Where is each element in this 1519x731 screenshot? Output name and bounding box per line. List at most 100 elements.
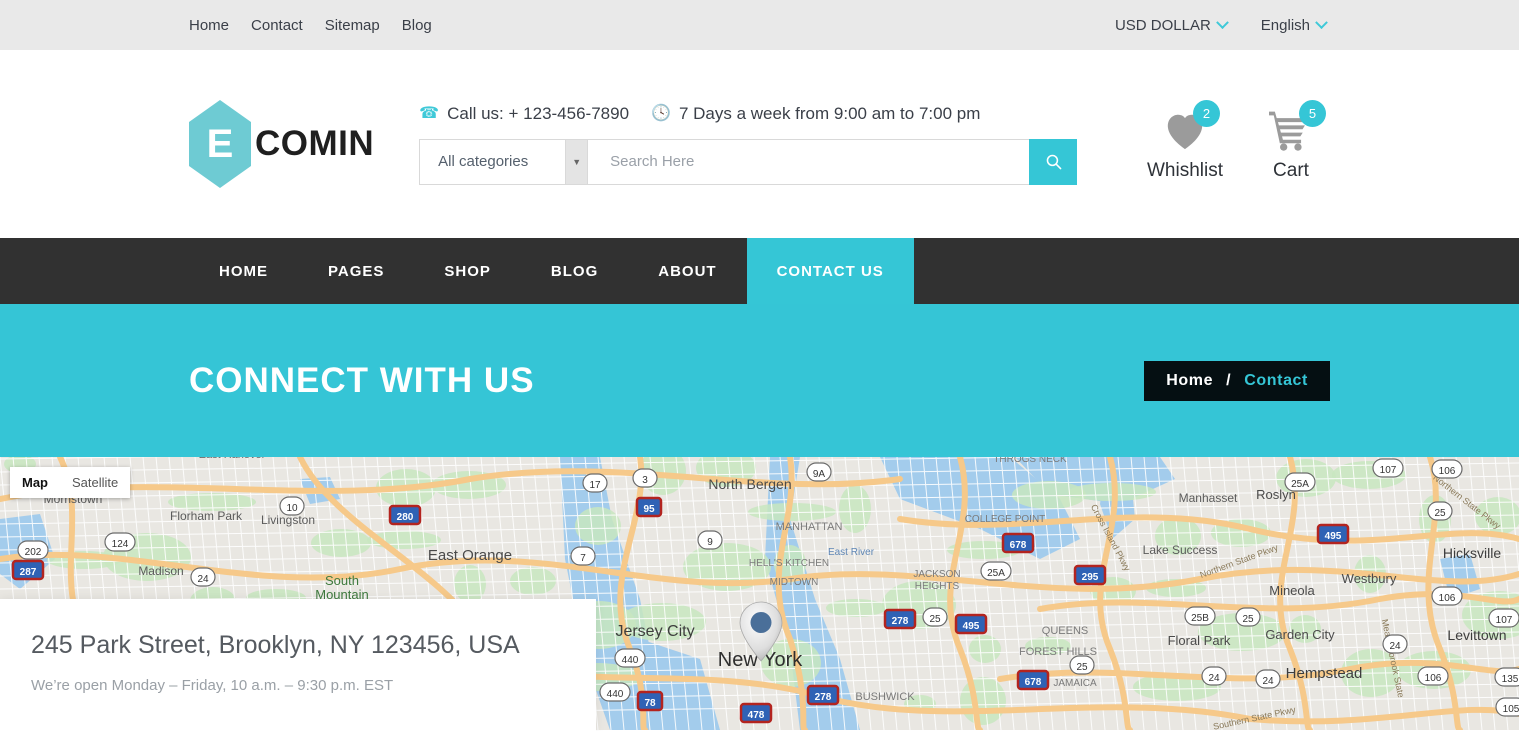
breadcrumb: Home / Contact (1144, 360, 1330, 401)
svg-text:East Orange: East Orange (428, 547, 512, 564)
search-input[interactable] (587, 138, 1030, 185)
svg-text:Manhasset: Manhasset (1179, 491, 1238, 505)
breadcrumb-separator: / (1226, 371, 1232, 389)
clock-icon: 🕓 (651, 104, 671, 122)
svg-text:25A: 25A (1291, 479, 1309, 490)
svg-text:25: 25 (1434, 508, 1446, 519)
svg-text:105: 105 (1503, 704, 1519, 715)
wishlist-count-badge: 2 (1193, 100, 1220, 127)
svg-text:JACKSON: JACKSON (913, 569, 960, 580)
svg-text:9: 9 (707, 537, 713, 548)
svg-text:107: 107 (1380, 465, 1397, 476)
main-navigation: HOME PAGES SHOP BLOG ABOUT CONTACT US (0, 238, 1519, 304)
svg-text:Garden City: Garden City (1265, 627, 1335, 642)
svg-text:Hicksville: Hicksville (1443, 545, 1502, 561)
breadcrumb-home[interactable]: Home (1166, 372, 1213, 389)
nav-item-shop[interactable]: SHOP (414, 238, 521, 304)
language-label: English (1260, 16, 1310, 34)
phone-info: ☎ Call us: + 123-456-7890 (419, 104, 629, 124)
svg-text:25: 25 (1242, 614, 1254, 625)
logo-mark: E (206, 121, 234, 166)
phone-icon: ☎ (419, 104, 440, 122)
opening-hours-line: We’re open Monday – Friday, 10 a.m. – 9:… (31, 677, 394, 694)
svg-text:280: 280 (397, 512, 414, 523)
nav-item-pages[interactable]: PAGES (298, 238, 414, 304)
topbar-links: Home Contact Sitemap Blog (189, 17, 432, 34)
topbar-link-contact[interactable]: Contact (251, 17, 303, 34)
category-select[interactable]: All categories ▼ (419, 138, 588, 185)
site-header: E COMIN ☎ Call us: + 123-456-7890 🕓 7 Da… (0, 50, 1519, 238)
category-select-value: All categories (438, 153, 529, 170)
svg-text:QUEENS: QUEENS (1042, 625, 1088, 637)
svg-text:24: 24 (197, 574, 209, 585)
hours-text: 7 Days a week from 9:00 am to 7:00 pm (678, 103, 981, 123)
svg-text:124: 124 (112, 539, 129, 550)
cart-button[interactable]: 5 Cart (1252, 100, 1330, 182)
logo-hexagon: E (189, 100, 251, 188)
svg-text:COLLEGE POINT: COLLEGE POINT (965, 514, 1046, 525)
svg-text:440: 440 (622, 655, 639, 666)
chevron-down-icon (1315, 15, 1328, 29)
topbar-link-sitemap[interactable]: Sitemap (325, 17, 380, 34)
svg-text:106: 106 (1425, 673, 1442, 684)
topbar-link-home[interactable]: Home (189, 17, 229, 34)
search-button[interactable] (1029, 138, 1078, 185)
nav-item-blog[interactable]: BLOG (521, 238, 628, 304)
svg-text:440: 440 (607, 689, 624, 700)
svg-text:HELL'S KITCHEN: HELL'S KITCHEN (749, 558, 829, 569)
svg-text:202: 202 (25, 547, 42, 558)
svg-text:Florham Park: Florham Park (170, 509, 243, 523)
svg-text:Westbury: Westbury (1342, 571, 1397, 586)
language-selector[interactable]: English (1260, 15, 1328, 34)
svg-text:THROGS NECK: THROGS NECK (993, 457, 1067, 465)
svg-text:JAMAICA: JAMAICA (1053, 678, 1097, 689)
logo-text: COMIN (255, 124, 375, 163)
map-type-toggle: Map Satellite (10, 467, 131, 498)
svg-text:278: 278 (892, 616, 909, 627)
svg-text:Mineola: Mineola (1269, 583, 1315, 598)
header-actions: 2 Whishlist 5 Cart (1146, 100, 1330, 182)
svg-text:24: 24 (1262, 676, 1274, 687)
currency-label: USD DOLLAR (1114, 16, 1211, 34)
svg-text:Hempstead: Hempstead (1286, 665, 1363, 682)
svg-text:East River: East River (828, 547, 875, 558)
svg-text:25: 25 (1076, 662, 1088, 673)
cart-count-badge: 5 (1299, 100, 1326, 127)
svg-text:MANHATTAN: MANHATTAN (776, 521, 843, 533)
phone-text: Call us: + 123-456-7890 (447, 103, 630, 123)
svg-text:287: 287 (20, 567, 37, 578)
svg-text:BUSHWICK: BUSHWICK (855, 691, 915, 703)
currency-selector[interactable]: USD DOLLAR (1114, 15, 1229, 34)
address-card: 245 Park Street, Brooklyn, NY 123456, US… (0, 599, 596, 731)
svg-text:295: 295 (1082, 572, 1099, 583)
search-icon (1046, 154, 1062, 170)
wishlist-button[interactable]: 2 Whishlist (1146, 100, 1224, 182)
svg-text:678: 678 (1010, 540, 1027, 551)
svg-text:25A: 25A (987, 568, 1005, 579)
top-bar: Home Contact Sitemap Blog USD DOLLAR Eng… (0, 0, 1519, 50)
map-type-map[interactable]: Map (10, 467, 60, 498)
map-pin-icon[interactable] (738, 601, 784, 668)
topbar-link-blog[interactable]: Blog (402, 17, 432, 34)
nav-item-about[interactable]: ABOUT (628, 238, 746, 304)
svg-text:278: 278 (815, 692, 832, 703)
map-type-satellite[interactable]: Satellite (60, 467, 130, 498)
svg-text:Lake Success: Lake Success (1143, 543, 1218, 557)
svg-text:24: 24 (1208, 673, 1220, 684)
svg-text:Levittown: Levittown (1447, 627, 1506, 643)
svg-text:9A: 9A (813, 469, 826, 480)
topbar-selectors: USD DOLLAR English (1114, 15, 1328, 34)
svg-text:495: 495 (963, 621, 980, 632)
svg-text:3: 3 (642, 475, 648, 486)
logo[interactable]: E COMIN (189, 100, 374, 188)
svg-text:25B: 25B (1191, 613, 1209, 624)
svg-text:MIDTOWN: MIDTOWN (770, 577, 819, 588)
breadcrumb-current: Contact (1244, 371, 1308, 389)
svg-text:478: 478 (748, 710, 765, 721)
nav-item-contact-us[interactable]: CONTACT US (746, 238, 914, 304)
hours-info: 🕓 7 Days a week from 9:00 am to 7:00 pm (651, 104, 980, 124)
svg-text:106: 106 (1439, 466, 1456, 477)
nav-item-home[interactable]: HOME (189, 238, 298, 304)
svg-text:95: 95 (643, 504, 655, 515)
page-title: CONNECT WITH US (189, 360, 535, 400)
